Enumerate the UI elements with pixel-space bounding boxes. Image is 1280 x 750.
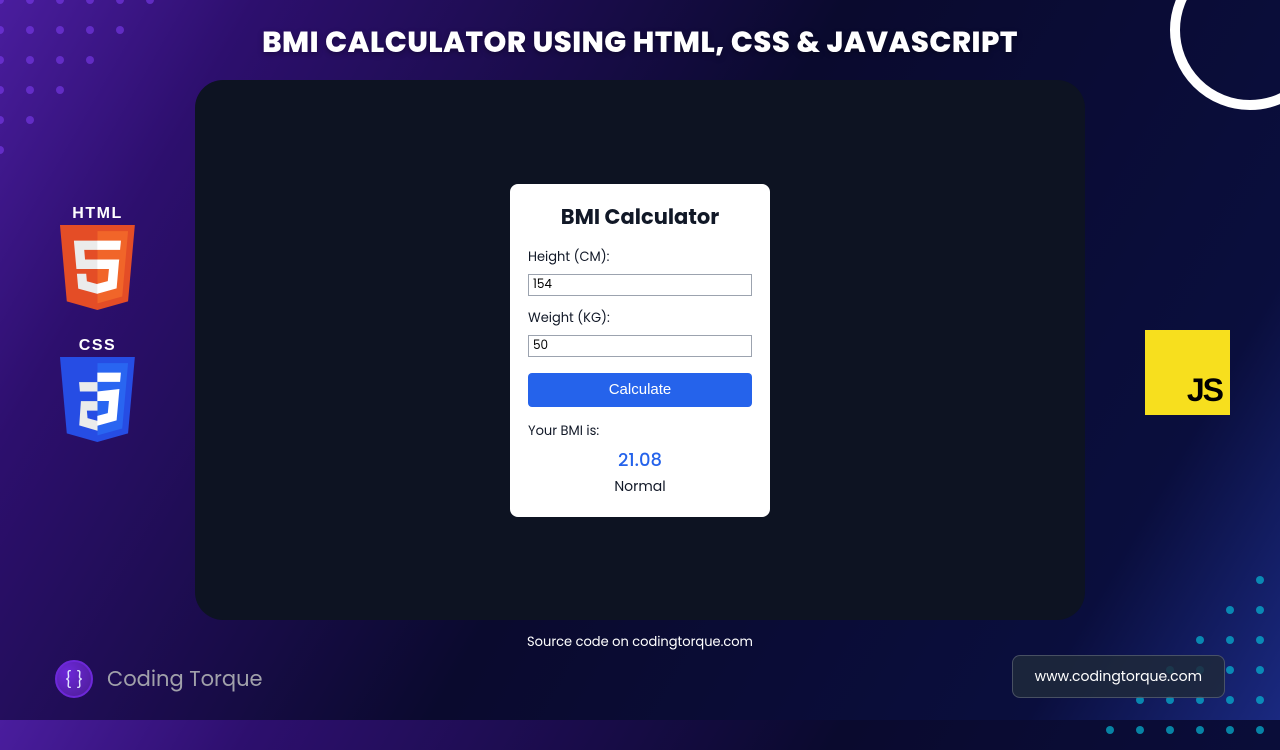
css3-label: CSS (55, 337, 140, 355)
demo-panel: BMI Calculator Height (CM): Weight (KG):… (195, 80, 1085, 620)
css3-logo: CSS (55, 337, 140, 449)
calculator-heading: BMI Calculator (528, 202, 752, 233)
website-url-pill[interactable]: www.codingtorque.com (1012, 655, 1225, 698)
ring-decoration-top-right (1150, 0, 1280, 130)
bmi-result-value: 21.08 (528, 447, 752, 474)
javascript-logo: JS (1145, 330, 1230, 415)
height-input[interactable] (528, 274, 752, 296)
bmi-calculator-card: BMI Calculator Height (CM): Weight (KG):… (510, 184, 770, 517)
html5-label: HTML (55, 205, 140, 223)
brand-logo-icon: { } (55, 660, 93, 698)
dots-decoration-top-left (0, 0, 210, 210)
css3-shield-icon (55, 357, 140, 442)
html5-logo: HTML (55, 205, 140, 317)
html5-shield-icon (55, 225, 140, 310)
javascript-label: JS (1187, 372, 1222, 409)
brand-row: { } Coding Torque (55, 660, 263, 698)
tech-logos-left: HTML CSS (55, 205, 140, 449)
height-label: Height (CM): (528, 247, 752, 267)
calculate-button[interactable]: Calculate (528, 373, 752, 407)
bmi-result-status: Normal (528, 476, 752, 497)
source-code-text: Source code on codingtorque.com (0, 632, 1280, 652)
weight-input[interactable] (528, 335, 752, 357)
result-label: Your BMI is: (528, 421, 752, 441)
brand-name: Coding Torque (107, 664, 263, 695)
weight-label: Weight (KG): (528, 308, 752, 328)
